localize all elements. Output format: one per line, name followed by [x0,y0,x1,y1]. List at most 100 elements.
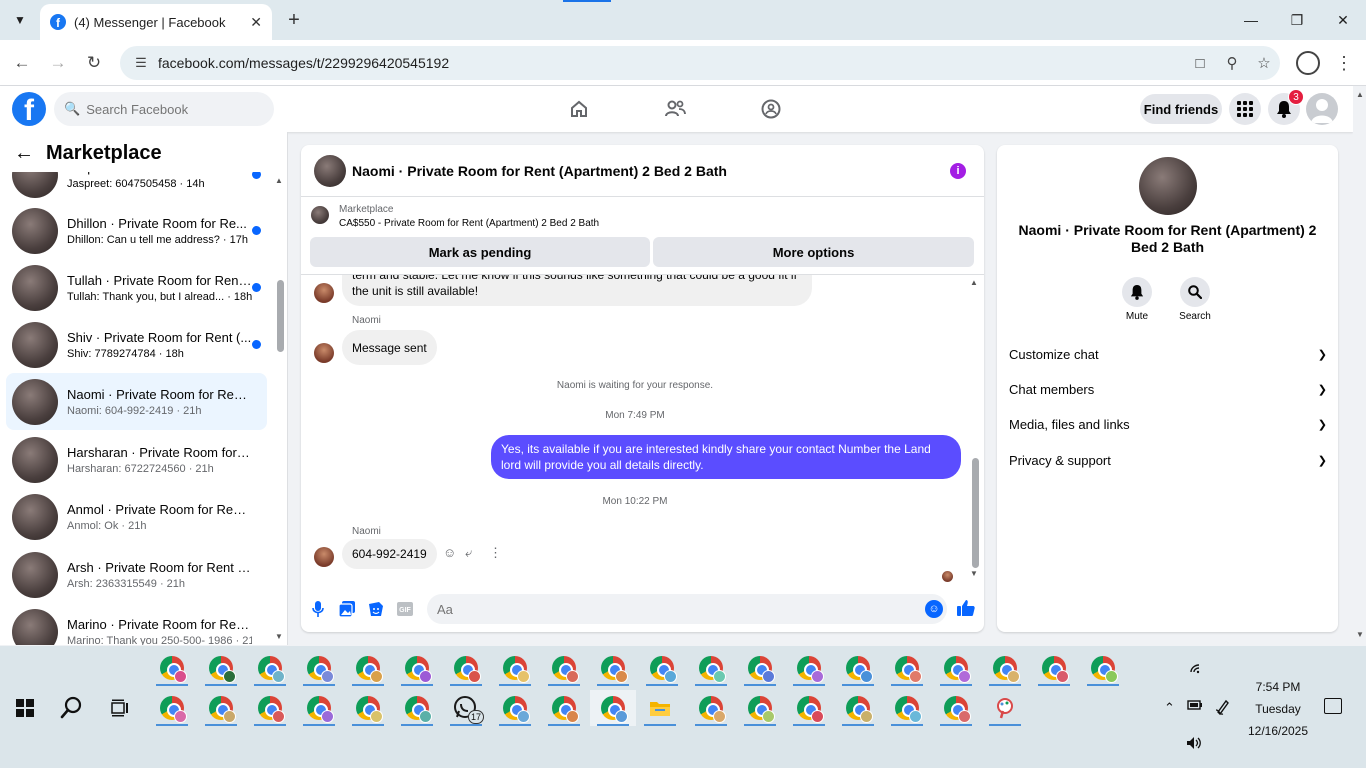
chrome-profile-icon[interactable] [348,650,388,686]
action-center-icon[interactable] [1324,698,1342,714]
mark-as-pending-button[interactable]: Mark as pending [310,237,650,267]
network-wifi-icon[interactable] [1188,660,1204,677]
pen-input-icon[interactable] [1214,698,1232,719]
chrome-profile-icon[interactable] [740,690,780,726]
reload-button[interactable]: ↻ [82,51,106,75]
sidebar-scroll-thumb[interactable] [277,280,284,352]
chrome-profile-icon[interactable] [250,690,290,726]
chrome-profile-icon[interactable] [1083,650,1123,686]
back-arrow-icon[interactable]: ← [14,142,34,165]
thumbs-up-icon[interactable] [955,597,977,619]
facebook-logo-icon[interactable]: f [12,92,46,126]
media-files-links-row[interactable]: Media, files and links ❯ [1009,407,1327,441]
install-app-icon[interactable]: □ [1184,55,1216,72]
chrome-profile-icon[interactable] [740,650,780,686]
bell-icon[interactable] [1122,277,1152,307]
tab-search-dropdown[interactable]: ▼ [8,8,32,32]
chrome-profile-icon[interactable] [495,690,535,726]
listing-thumbnail[interactable] [311,206,329,224]
chrome-profile-icon[interactable] [593,650,633,686]
chrome-profile-icon[interactable] [936,690,976,726]
chrome-profile-icon[interactable] [397,690,437,726]
scroll-up-icon[interactable]: ▲ [1356,90,1364,99]
home-icon[interactable] [566,96,592,122]
chrome-profile-icon[interactable] [691,650,731,686]
chrome-profile-icon[interactable] [299,690,339,726]
conversation-item[interactable]: Harsharan · Private Room for R... Harshar… [6,431,267,488]
search-icon[interactable] [1180,277,1210,307]
chat-avatar[interactable] [314,154,346,187]
scroll-up-icon[interactable]: ▲ [970,278,978,287]
react-emoji-icon[interactable]: ☺ [443,545,456,560]
facebook-search-input[interactable] [86,101,257,117]
tab-close-icon[interactable]: ✕ [250,14,262,31]
chrome-profile-icon[interactable] [201,690,241,726]
chrome-profile-icon[interactable] [887,690,927,726]
chrome-profile-icon[interactable] [838,690,878,726]
chrome-profile-icon-active[interactable] [590,690,636,726]
conversation-item[interactable]: Marino · Private Room for Rent ... Marino… [6,603,267,645]
new-tab-button[interactable]: + [282,8,306,32]
chrome-profile-icon[interactable] [838,650,878,686]
chrome-profile-icon[interactable] [544,650,584,686]
battery-icon[interactable] [1186,698,1204,715]
scroll-down-icon[interactable]: ▼ [275,632,283,641]
message-input[interactable] [427,594,947,624]
chat-scrollbar[interactable]: ▲ ▼ [970,278,980,583]
conversation-item-active[interactable]: Naomi · Private Room for Rent (... Naomi:… [6,373,267,430]
listing-detail[interactable]: CA$550 - Private Room for Rent (Apartmen… [339,218,599,229]
scroll-down-icon[interactable]: ▼ [970,569,978,578]
address-bar[interactable]: ☰ facebook.com/messages/t/22992964205451… [120,46,1280,80]
chrome-profile-icon[interactable] [544,690,584,726]
paint-app-icon[interactable] [985,690,1025,726]
conversation-item[interactable]: Dhillon · Private Room for Re... Dhillon:… [6,202,267,259]
browser-profile-icon[interactable] [1296,51,1320,75]
minimize-button[interactable]: — [1228,0,1274,40]
groups-icon[interactable] [758,96,784,122]
scroll-up-icon[interactable]: ▲ [275,176,283,185]
taskbar-search-icon[interactable] [60,696,84,720]
chrome-profile-icon[interactable] [789,650,829,686]
more-options-button[interactable]: More options [653,237,974,267]
info-icon[interactable]: i [950,162,966,179]
url-text[interactable]: facebook.com/messages/t/2299296420545192 [158,55,1184,71]
photo-gallery-icon[interactable] [335,597,359,621]
system-clock[interactable]: 7:54 PM Tuesday 12/16/2025 [1240,676,1316,742]
chrome-profile-icon[interactable] [250,650,290,686]
friends-icon[interactable] [662,96,688,122]
customize-chat-row[interactable]: Customize chat ❯ [1009,337,1327,371]
chrome-profile-icon[interactable] [789,690,829,726]
page-scrollbar[interactable]: ▲ ▼ [1353,86,1366,646]
chrome-profile-icon[interactable] [495,650,535,686]
chrome-profile-icon[interactable] [201,650,241,686]
show-hidden-icons-chevron-icon[interactable]: ⌃ [1164,700,1175,716]
restore-button[interactable]: ❐ [1274,0,1320,40]
chrome-profile-icon[interactable] [1034,650,1074,686]
chat-members-row[interactable]: Chat members ❯ [1009,372,1327,406]
reply-icon[interactable]: ⤶ [465,545,472,561]
back-button[interactable]: ← [10,51,34,75]
gif-icon[interactable]: GIF [393,597,417,621]
chrome-profile-icon[interactable] [691,690,731,726]
file-explorer-icon[interactable] [640,690,680,726]
chrome-profile-icon[interactable] [985,650,1025,686]
volume-speaker-icon[interactable] [1186,736,1204,753]
conversation-item[interactable]: Shiv · Private Room for Rent (... Shiv: 7… [6,316,267,373]
chrome-profile-icon[interactable] [299,650,339,686]
chat-title[interactable]: Naomi · Private Room for Rent (Apartment… [352,163,950,179]
sidebar-scrollbar[interactable]: ▲ ▼ [275,176,285,641]
browser-tab[interactable]: f (4) Messenger | Facebook ✕ [40,4,272,40]
chrome-profile-icon[interactable] [152,690,192,726]
conversation-item[interactable]: Anmol · Private Room for Rent (... Anmol:… [6,488,267,545]
conversation-item[interactable]: Arsh · Private Room for Rent (A... Arsh: … [6,546,267,603]
facebook-search-box[interactable]: 🔍 [54,92,274,126]
chrome-profile-icon[interactable] [887,650,927,686]
profile-picture[interactable] [1139,157,1197,215]
site-info-icon[interactable]: ☰ [128,55,154,71]
windows-start-icon[interactable] [16,699,34,717]
chat-scroll-thumb[interactable] [972,458,979,568]
chrome-profile-icon[interactable] [642,650,682,686]
privacy-support-row[interactable]: Privacy & support ❯ [1009,443,1327,477]
search-in-chat-button[interactable]: Search [1170,277,1220,322]
chrome-profile-icon[interactable] [936,650,976,686]
